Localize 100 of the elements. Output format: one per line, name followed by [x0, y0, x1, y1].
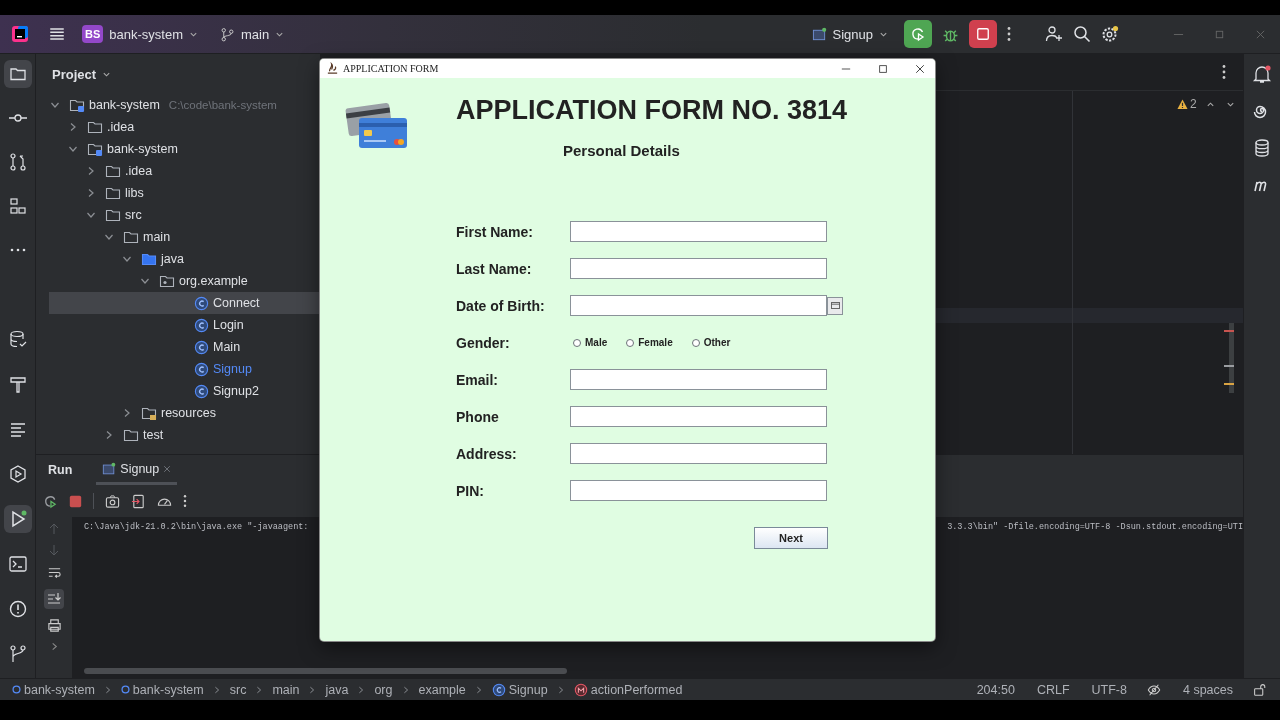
tree-item[interactable]: Connect [49, 292, 320, 314]
folder-icon [105, 207, 121, 223]
folder-icon [105, 163, 121, 179]
breadcrumb-item[interactable]: Signup [491, 682, 548, 697]
exit-icon[interactable] [131, 493, 146, 509]
tree-item[interactable]: .idea [49, 160, 320, 182]
tree-item[interactable]: bank-system [49, 138, 320, 160]
project-selector[interactable]: BS bank-system [76, 21, 204, 47]
field-label: Email: [456, 371, 499, 388]
tree-item[interactable]: java [49, 248, 320, 270]
tree-item[interactable]: Main [49, 336, 320, 358]
stop-icon [976, 27, 990, 41]
text-field[interactable] [570, 443, 827, 464]
horizontal-scrollbar[interactable] [84, 668, 567, 674]
run-config-selector[interactable]: Signup [805, 22, 894, 46]
folder-icon [123, 229, 139, 245]
class-icon [194, 361, 209, 377]
credit-cards-icon [345, 100, 409, 150]
text-field[interactable] [570, 221, 827, 242]
date-field[interactable] [570, 295, 827, 316]
breadcrumb-item[interactable]: bank-system [12, 682, 95, 697]
radio-option[interactable]: Male [573, 337, 608, 348]
tree-item[interactable]: Login [49, 314, 320, 336]
tree-item[interactable]: Signup [49, 358, 320, 380]
soft-wrap-icon[interactable] [46, 565, 62, 580]
rerun-icon[interactable] [43, 493, 58, 509]
module-folder-icon [69, 97, 85, 113]
tree-item[interactable]: main [49, 226, 320, 248]
field-label: Last Name: [456, 260, 533, 277]
chevron-icon [474, 685, 483, 694]
breadcrumb-item[interactable]: bank-system [120, 682, 204, 697]
tree-item[interactable]: .idea [49, 116, 320, 138]
close-icon[interactable] [915, 63, 925, 74]
warning-icon [1177, 98, 1188, 110]
tree-item[interactable]: test [49, 424, 320, 446]
rerun-button[interactable] [904, 20, 932, 48]
field-label: Address: [456, 445, 518, 462]
indent-setting[interactable]: 4 spaces [1182, 682, 1233, 697]
breadcrumb-item[interactable]: org [374, 682, 393, 697]
next-button[interactable]: Next [754, 527, 828, 549]
add-user-icon[interactable] [1045, 25, 1063, 43]
stop-icon[interactable] [69, 494, 82, 508]
maximize-icon[interactable] [878, 63, 888, 74]
resources-folder-icon [141, 405, 157, 421]
radio-option[interactable]: Other [691, 337, 731, 348]
app-logo-icon[interactable] [10, 24, 30, 44]
tree-item[interactable]: resources [49, 402, 320, 424]
module-folder-icon [87, 141, 103, 157]
panel-title[interactable]: Project [52, 66, 97, 82]
breadcrumb-item[interactable]: src [229, 682, 247, 697]
run-icon[interactable] [3, 505, 32, 533]
search-icon[interactable] [1073, 25, 1091, 43]
more-icon[interactable] [183, 494, 187, 508]
chevron-icon [255, 685, 264, 694]
text-field[interactable] [570, 406, 827, 427]
field-label: Date of Birth: [456, 297, 546, 314]
folder-icon [141, 251, 157, 267]
folder-icon[interactable] [3, 60, 32, 88]
chevron-up-icon[interactable] [1206, 100, 1215, 109]
calendar-icon [830, 302, 840, 309]
settings-icon[interactable] [1101, 25, 1119, 43]
tree-item[interactable]: src [49, 204, 320, 226]
print-icon[interactable] [46, 618, 62, 633]
text-field[interactable] [570, 480, 827, 501]
breadcrumb-item[interactable]: actionPerformed [573, 682, 683, 697]
chevron-down-icon[interactable] [1226, 100, 1235, 109]
more-icon[interactable] [1222, 64, 1226, 80]
breadcrumb-item[interactable]: example [418, 682, 466, 697]
text-field[interactable] [570, 258, 827, 279]
field-label: PIN: [456, 482, 485, 499]
tree-item[interactable]: bank-system C:\code\bank-system [49, 94, 320, 116]
menu-icon[interactable] [48, 25, 66, 43]
scroll-to-end-icon[interactable] [44, 589, 64, 609]
run-tab[interactable]: Signup [96, 455, 178, 485]
class-icon [194, 383, 209, 399]
tree-item[interactable]: Signup2 [49, 380, 320, 402]
method-icon [573, 682, 588, 697]
text-field[interactable] [570, 369, 827, 390]
tree-item[interactable]: org.example [49, 270, 320, 292]
class-icon [194, 339, 209, 355]
camera-icon[interactable] [105, 493, 120, 509]
line-separator[interactable]: CRLF [1036, 682, 1070, 697]
file-encoding[interactable]: UTF-8 [1091, 682, 1127, 697]
project-badge: BS [82, 25, 104, 43]
calendar-button[interactable] [827, 296, 843, 315]
eye-off-icon[interactable] [1146, 682, 1161, 697]
breadcrumb-item[interactable]: main [272, 682, 300, 697]
more-icon[interactable] [1007, 26, 1011, 42]
section-heading: Personal Details [563, 142, 680, 160]
stop-button[interactable] [969, 20, 997, 48]
chevron-icon [401, 685, 410, 694]
breadcrumb-item[interactable]: java [325, 682, 349, 697]
folder-icon [105, 185, 121, 201]
tree-item[interactable]: libs [49, 182, 320, 204]
cursor-position[interactable]: 204:50 [976, 682, 1015, 697]
warning-counter[interactable]: 2 [1177, 97, 1197, 111]
radio-option[interactable]: Female [626, 337, 673, 348]
chevron-icon [103, 685, 112, 694]
branch-selector[interactable]: main [214, 22, 291, 46]
unlock-icon[interactable] [1253, 683, 1266, 696]
